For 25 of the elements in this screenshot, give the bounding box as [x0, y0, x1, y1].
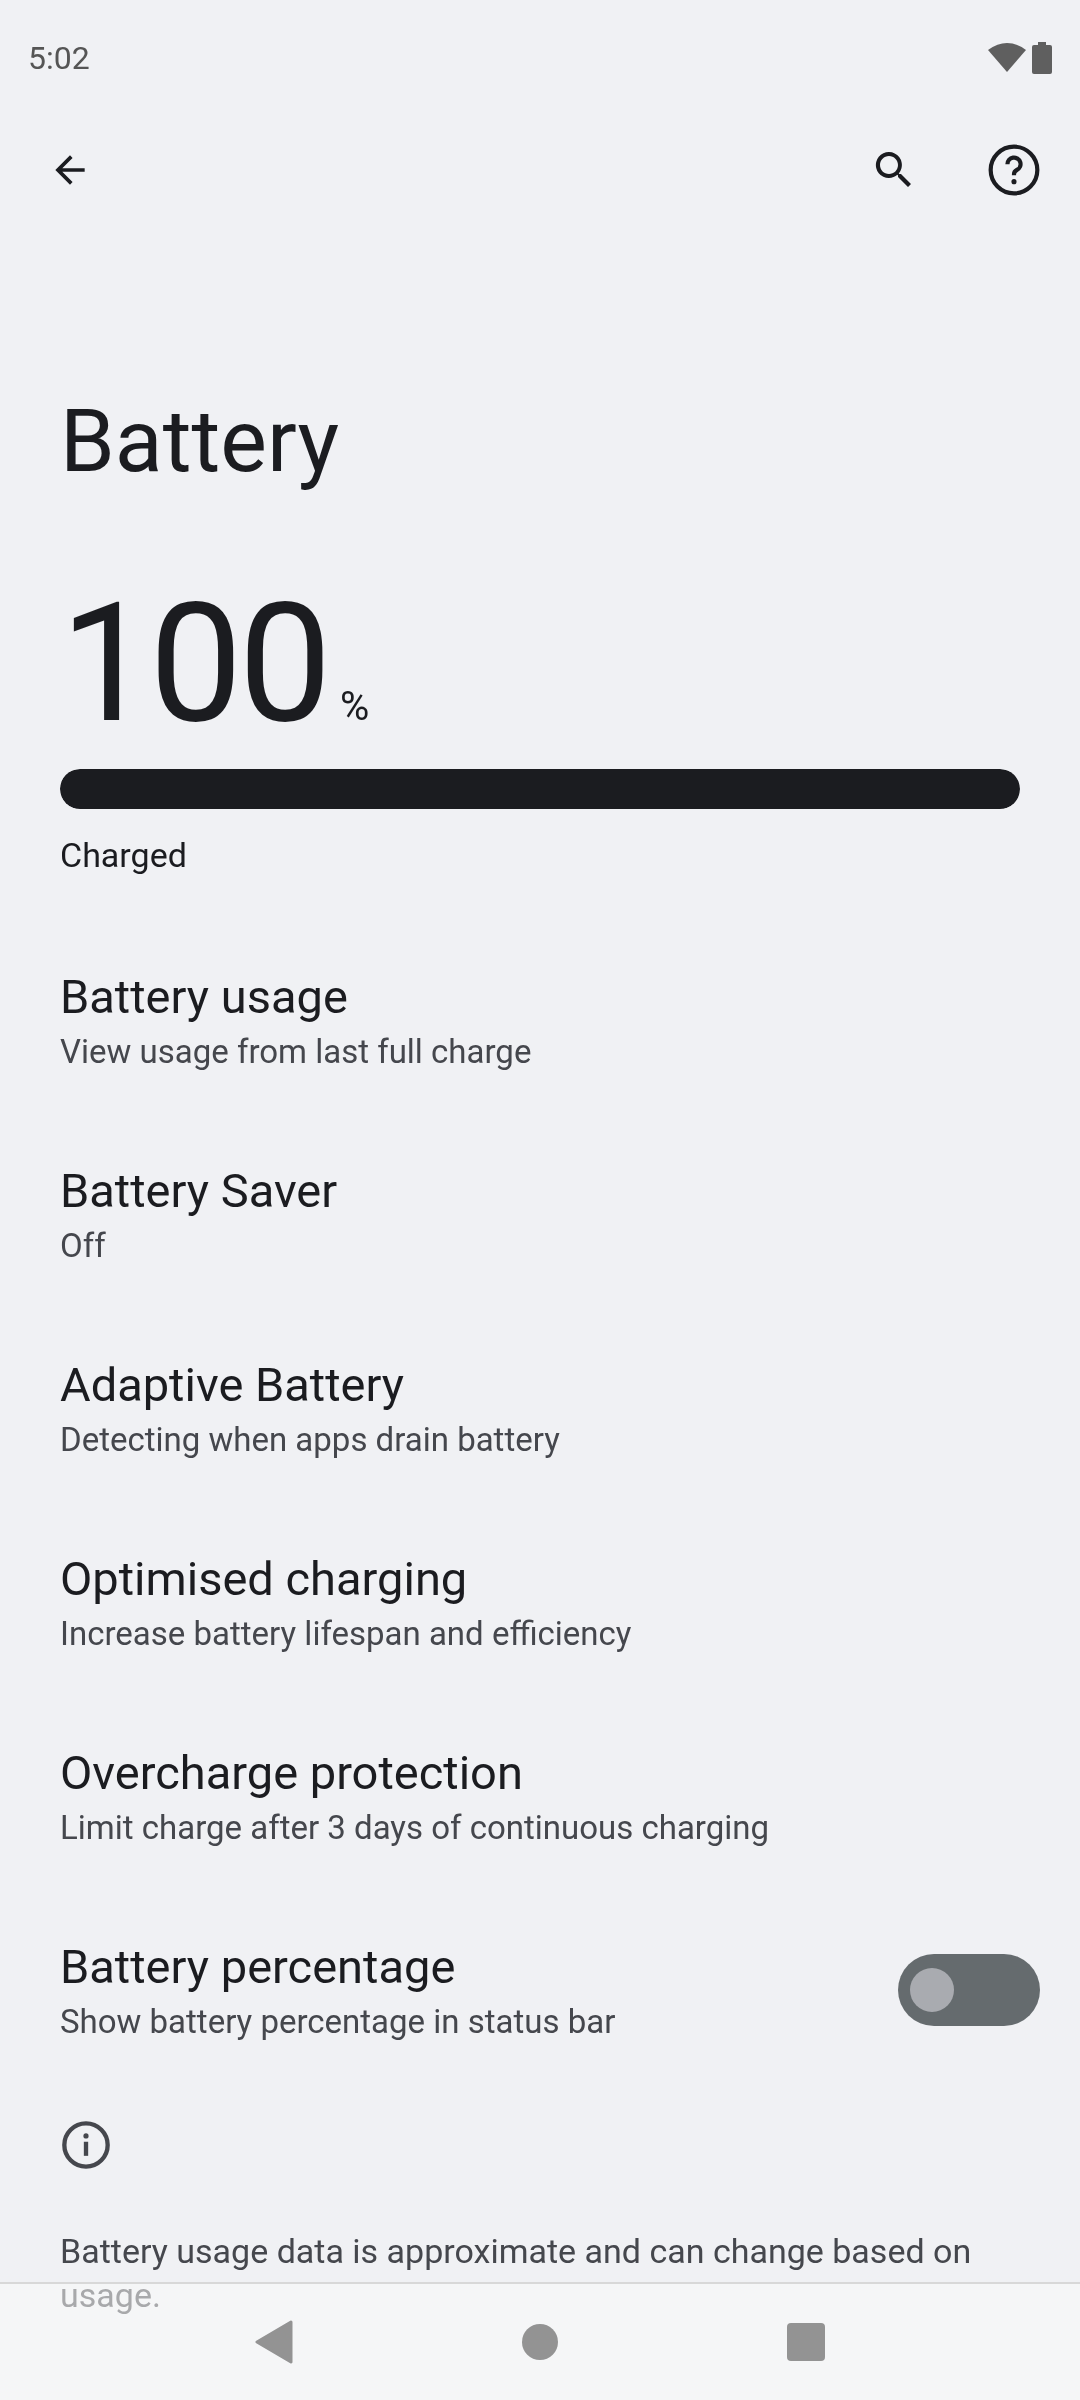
setting-subtitle: Off	[60, 1225, 107, 1265]
percent-unit: %	[339, 686, 370, 727]
status-time: 5:02	[28, 38, 90, 77]
home-nav-icon[interactable]	[522, 2324, 558, 2360]
setting-subtitle: Limit charge after 3 days of continuous charging	[60, 1807, 771, 1847]
wifi-icon	[988, 41, 1026, 74]
footer-note: Battery usage data is approximate and can change based on usage.	[59, 2229, 973, 2317]
setting-title[interactable]: Battery usage	[60, 968, 1040, 1024]
setting-title[interactable]: Optimised charging	[60, 1550, 1040, 1606]
setting-title[interactable]: Battery percentage	[60, 1938, 898, 1994]
battery-icon	[1032, 41, 1052, 74]
page-title: Battery	[59, 388, 341, 494]
charge-status: Charged	[59, 833, 188, 875]
setting-subtitle: Detecting when apps drain battery	[60, 1419, 561, 1459]
info-icon	[60, 2118, 112, 2171]
battery-percent: 100	[60, 580, 328, 747]
setting-subtitle: Show battery percentage in status bar	[60, 2001, 617, 2041]
back-nav-icon[interactable]	[254, 2320, 293, 2364]
setting-title[interactable]: Adaptive Battery	[60, 1356, 1040, 1412]
setting-title[interactable]: Battery Saver	[60, 1162, 1040, 1218]
setting-title[interactable]: Overcharge protection	[60, 1744, 1040, 1800]
setting-subtitle: Increase battery lifespan and efficiency	[60, 1613, 633, 1653]
recents-nav-icon[interactable]	[787, 2323, 826, 2361]
setting-subtitle: View usage from last full charge	[60, 1031, 533, 1071]
help-icon[interactable]	[986, 142, 1042, 198]
